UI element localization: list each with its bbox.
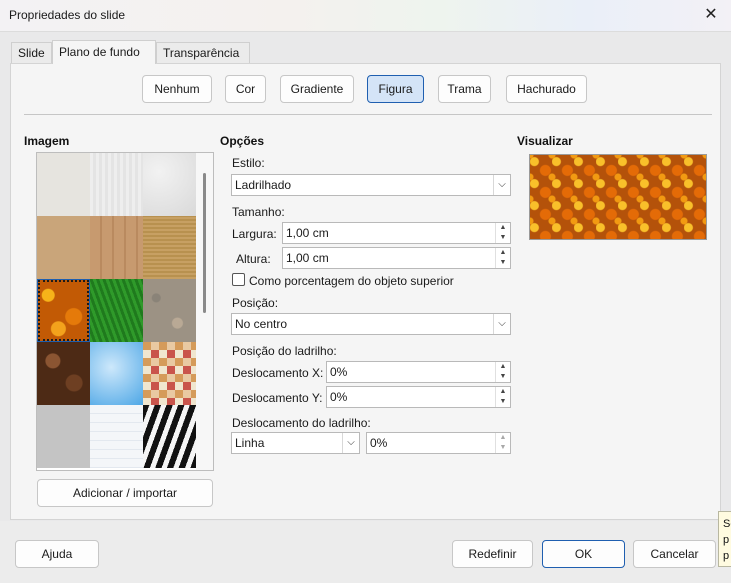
add-import-button[interactable]: Adicionar / importar (37, 479, 213, 507)
swatch-grid-paper[interactable] (90, 405, 143, 468)
separator (24, 114, 712, 115)
offset-y-label: Deslocamento Y: (232, 391, 323, 405)
fill-gradient-button[interactable]: Gradiente (280, 75, 354, 103)
tab-slide[interactable]: Slide (11, 42, 52, 63)
tile-position-label: Posição do ladrilho: (232, 344, 337, 358)
chevron-down-icon: ⌵ (342, 433, 359, 453)
offset-x-field[interactable]: 0% ▲ ▼ (326, 361, 511, 383)
swatch-mosaic[interactable] (143, 342, 196, 405)
relative-size-checkbox[interactable] (232, 273, 245, 286)
tooltip-line: p (723, 550, 730, 562)
image-gallery[interactable] (36, 152, 214, 471)
tile-offset-spin[interactable]: ▲ ▼ (495, 433, 510, 453)
tooltip-line: Se (723, 518, 731, 530)
tile-offset-field[interactable]: 0% ▲ ▼ (366, 432, 511, 454)
offset-y-value: 0% (330, 390, 348, 404)
swatch-gravel[interactable] (143, 279, 196, 342)
ok-button[interactable]: OK (542, 540, 625, 568)
close-icon[interactable]: ✕ (701, 5, 721, 25)
offset-x-label: Deslocamento X: (232, 366, 324, 380)
gallery-scrollbar[interactable] (196, 153, 213, 470)
tooltip-line: p (723, 534, 730, 546)
height-spin[interactable]: ▲ ▼ (495, 248, 510, 268)
offset-x-value: 0% (330, 365, 348, 379)
swatch-sand[interactable] (37, 216, 90, 279)
height-field[interactable]: 1,00 cm ▲ ▼ (282, 247, 511, 269)
offset-y-field[interactable]: 0% ▲ ▼ (326, 386, 511, 408)
fill-pattern-button[interactable]: Trama (438, 75, 491, 103)
style-select[interactable]: Ladrilhado ⌵ (231, 174, 511, 196)
chevron-down-icon: ⌵ (493, 175, 510, 195)
fill-none-button[interactable]: Nenhum (142, 75, 212, 103)
window-title: Propriedades do slide (9, 8, 126, 22)
size-label: Tamanho: (232, 205, 285, 219)
width-field[interactable]: 1,00 cm ▲ ▼ (282, 222, 511, 244)
tile-offset-mode-value: Linha (235, 436, 265, 450)
swatch-coffee[interactable] (37, 342, 90, 405)
tile-offset-value: 0% (370, 436, 388, 450)
position-select[interactable]: No centro ⌵ (231, 313, 511, 335)
swatch-zebra[interactable] (143, 405, 196, 468)
swatch-concrete[interactable] (37, 405, 90, 468)
swatch-plaster[interactable] (143, 153, 196, 216)
tooltip: Se p p (718, 511, 731, 567)
tab-background[interactable]: Plano de fundo (52, 40, 156, 64)
height-label: Altura: (236, 252, 271, 266)
options-section-title: Opções (220, 134, 265, 148)
swatch-wood[interactable] (90, 216, 143, 279)
position-select-value: No centro (235, 317, 288, 331)
swatch-autumn-leaves[interactable] (37, 279, 90, 342)
preview-section-title: Visualizar (517, 134, 573, 148)
fill-color-button[interactable]: Cor (225, 75, 266, 103)
chevron-down-icon: ⌵ (493, 314, 510, 334)
width-label: Largura: (232, 227, 277, 241)
swatch-grass[interactable] (90, 279, 143, 342)
style-select-value: Ladrilhado (235, 178, 292, 192)
tile-offset-label: Deslocamento do ladrilho: (232, 416, 371, 430)
offset-y-spin[interactable]: ▲ ▼ (495, 387, 510, 407)
width-spin[interactable]: ▲ ▼ (495, 223, 510, 243)
relative-size-label: Como porcentagem do objeto superior (249, 274, 454, 288)
image-section-title: Imagem (24, 134, 70, 148)
offset-x-spin[interactable]: ▲ ▼ (495, 362, 510, 382)
swatch-cardboard[interactable] (143, 216, 196, 279)
height-value: 1,00 cm (286, 251, 329, 265)
reset-button[interactable]: Redefinir (452, 540, 533, 568)
cancel-button[interactable]: Cancelar (633, 540, 716, 568)
position-label: Posição: (232, 296, 279, 310)
gallery-scrollbar-thumb[interactable] (203, 173, 206, 313)
title-bar: Propriedades do slide ✕ (0, 0, 731, 32)
tile-offset-mode-select[interactable]: Linha ⌵ (231, 432, 360, 454)
style-label: Estilo: (232, 156, 265, 170)
tab-transparency[interactable]: Transparência (156, 42, 250, 63)
swatch-sky[interactable] (90, 342, 143, 405)
help-button[interactable]: Ajuda (15, 540, 99, 568)
swatch-light-texture[interactable] (37, 153, 90, 216)
preview-image (529, 154, 707, 240)
swatch-paper[interactable] (90, 153, 143, 216)
fill-hatch-button[interactable]: Hachurado (506, 75, 587, 103)
fill-image-button[interactable]: Figura (367, 75, 424, 103)
width-value: 1,00 cm (286, 226, 329, 240)
